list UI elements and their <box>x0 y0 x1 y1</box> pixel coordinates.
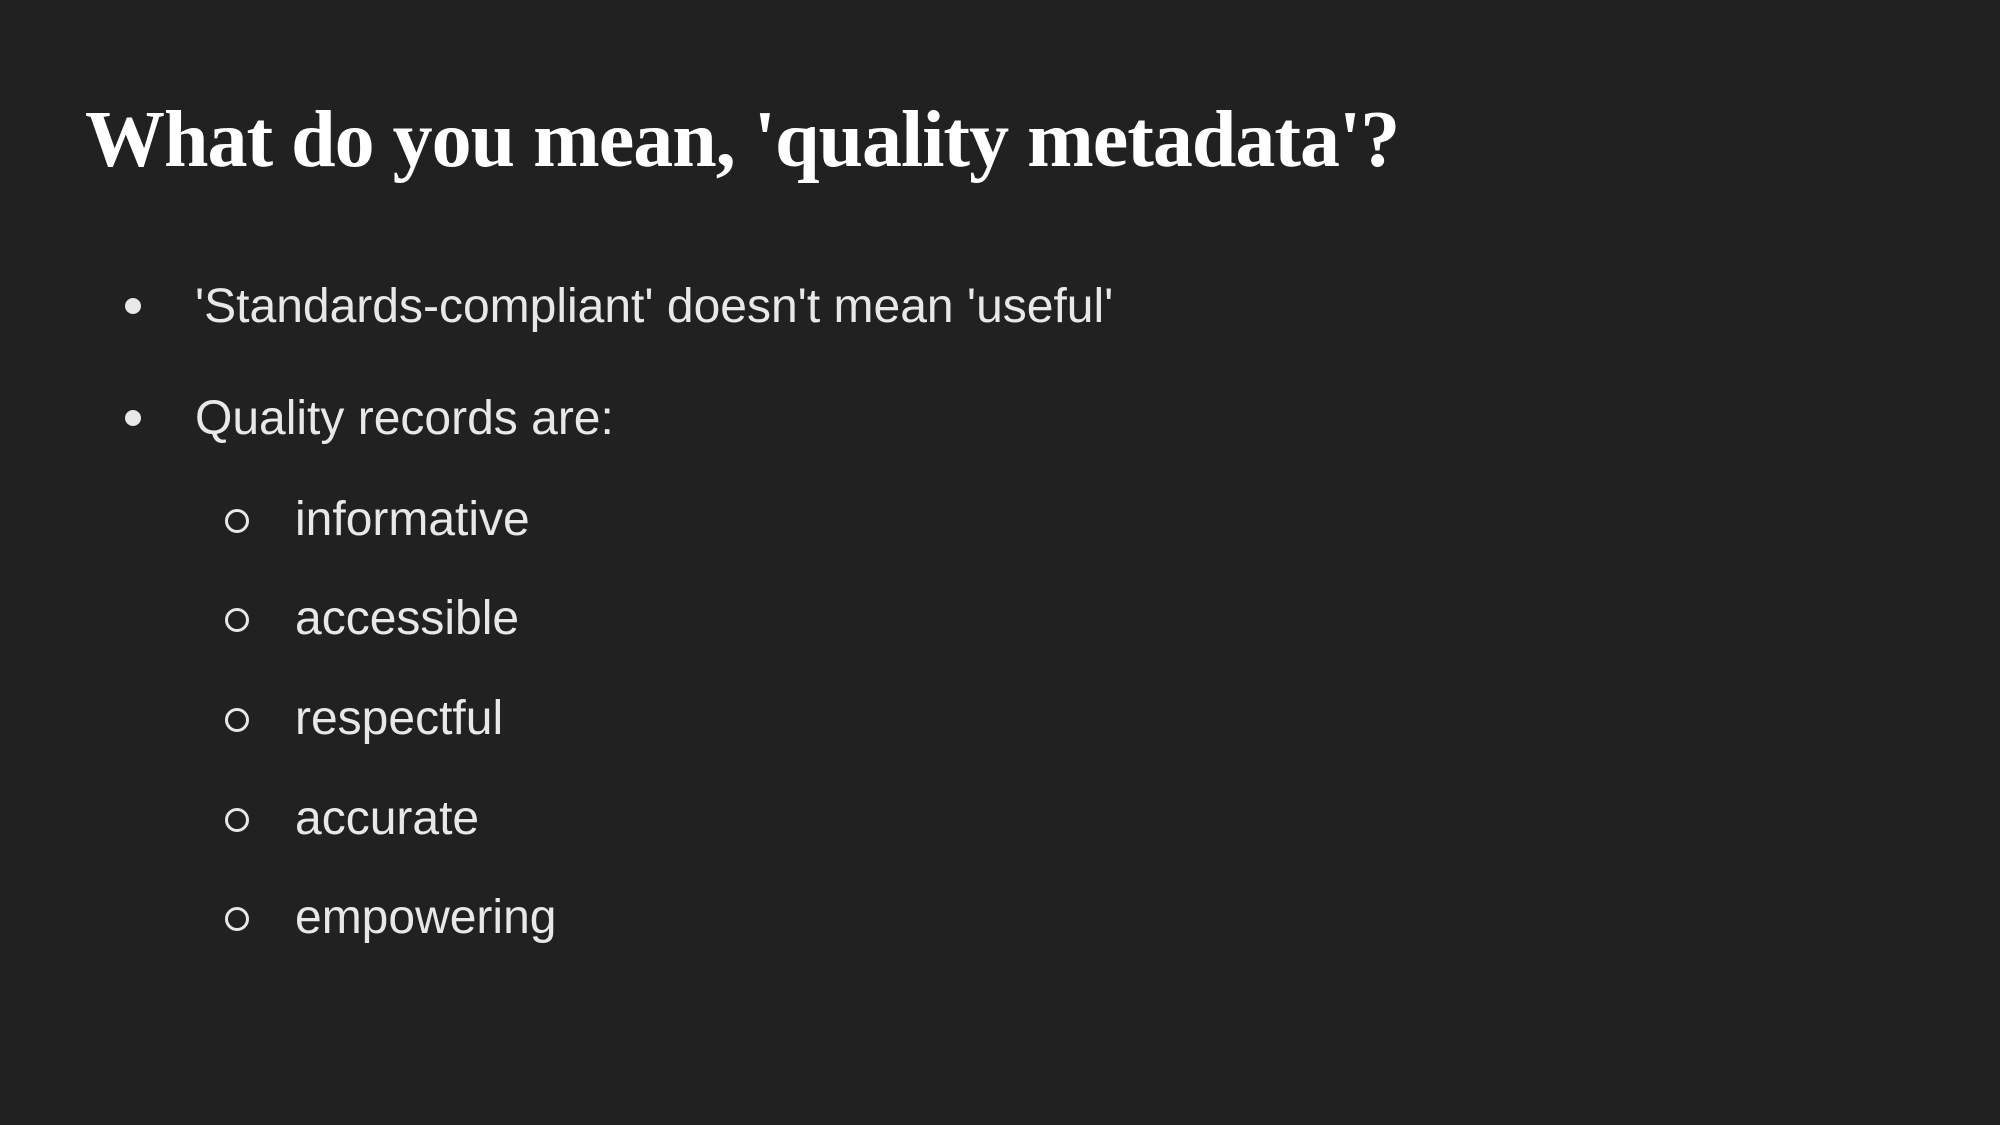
list-item: 'Standards-compliant' doesn't mean 'usef… <box>125 276 1915 338</box>
sub-bullet-text: informative <box>295 493 530 546</box>
list-item: Quality records are: informative accessi… <box>125 388 1915 946</box>
bullet-text: 'Standards-compliant' doesn't mean 'usef… <box>195 280 1113 333</box>
list-item: respectful <box>225 690 1915 748</box>
slide-title: What do you mean, 'quality metadata'? <box>85 95 1915 186</box>
sub-bullet-text: empowering <box>295 891 556 944</box>
sub-list: informative accessible respectful accura… <box>225 491 1915 947</box>
sub-bullet-text: accessible <box>295 592 519 645</box>
slide-container: What do you mean, 'quality metadata'? 'S… <box>0 0 2000 1125</box>
sub-bullet-text: accurate <box>295 792 479 845</box>
bullet-text: Quality records are: <box>195 392 614 445</box>
list-item: accurate <box>225 790 1915 848</box>
bullet-list: 'Standards-compliant' doesn't mean 'usef… <box>125 276 1915 947</box>
list-item: accessible <box>225 590 1915 648</box>
list-item: informative <box>225 491 1915 549</box>
sub-bullet-text: respectful <box>295 692 503 745</box>
list-item: empowering <box>225 889 1915 947</box>
